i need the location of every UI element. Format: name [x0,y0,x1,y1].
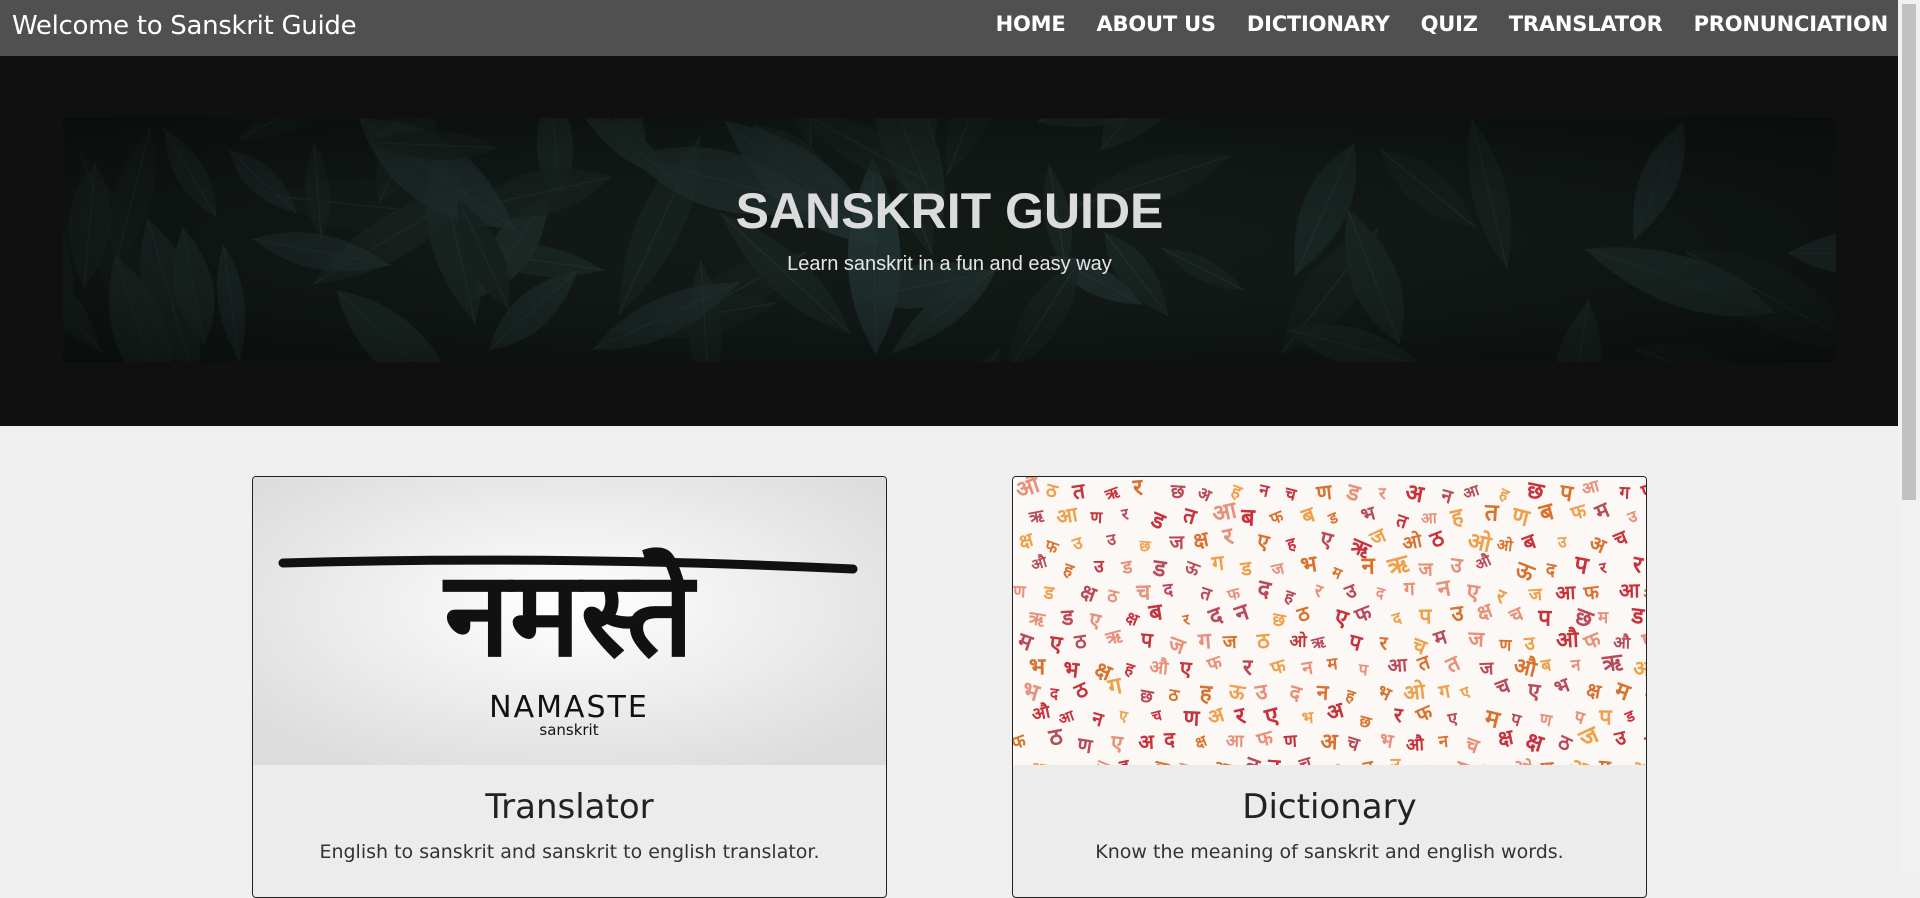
nav-links: HOME ABOUT US DICTIONARY QUIZ TRANSLATOR… [996,12,1889,36]
svg-text:उ: उ [1093,557,1105,577]
svg-text:र: र [1242,655,1254,681]
svg-text:प: प [1598,705,1613,730]
svg-text:म: म [1597,608,1609,628]
svg-text:ब: ब [1240,503,1257,532]
svg-text:प: प [1537,605,1553,631]
svg-text:औ: औ [1405,733,1425,756]
svg-text:अ: अ [1320,729,1338,755]
nav-dictionary-link[interactable]: DICTIONARY [1247,12,1390,36]
translator-card-description: English to sanskrit and sanskrit to engl… [319,841,820,863]
nav-pronunciation-link[interactable]: PRONUNCIATION [1694,12,1889,36]
svg-text:ण: ण [1498,635,1512,654]
hero-title: SANSKRIT GUIDE [735,183,1164,239]
svg-text:आ: आ [1226,731,1245,751]
svg-text:ण: ण [1013,582,1027,603]
site-brand[interactable]: Welcome to Sanskrit Guide [12,11,357,41]
svg-text:ड: ड [1061,761,1072,765]
svg-text:ज: ज [1467,627,1486,652]
svg-text:प: प [1418,604,1433,629]
svg-text:अ: अ [1138,729,1156,754]
svg-text:sanskrit: sanskrit [539,721,598,739]
dictionary-card-description: Know the meaning of sanskrit and english… [1095,841,1564,863]
page-scrollbar[interactable] [1898,0,1920,872]
svg-text:ज: ज [1417,558,1433,581]
svg-text:ज: ज [1168,531,1185,554]
svg-text:उ: उ [1390,755,1402,765]
svg-text:र: र [1378,483,1387,503]
svg-text:आ: आ [1619,578,1642,602]
namaste-image: नमस्ते NAMASTE sanskrit [253,477,886,765]
svg-text:छ: छ [1169,479,1186,503]
svg-text:ण: ण [1182,706,1201,732]
svg-text:ण: ण [1089,508,1104,527]
nav-quiz-link[interactable]: QUIZ [1421,12,1478,36]
dictionary-card-title[interactable]: Dictionary [1013,787,1646,827]
svg-text:आ: आ [1633,657,1646,682]
nav-about-link[interactable]: ABOUT US [1096,12,1216,36]
svg-text:ज: ज [1221,632,1238,654]
svg-text:ज: ज [1527,585,1543,606]
svg-text:औ: औ [1555,625,1580,653]
nav-translator-link[interactable]: TRANSLATOR [1509,12,1663,36]
svg-text:आ: आ [1387,654,1409,677]
svg-text:ओ: ओ [1289,630,1308,651]
svg-text:आ: आ [1555,581,1577,605]
scrollbar-thumb[interactable] [1902,4,1916,500]
top-navbar: Welcome to Sanskrit Guide HOME ABOUT US … [0,0,1898,56]
svg-text:न: न [1266,754,1282,765]
hero-subtitle: Learn sanskrit in a fun and easy way [787,253,1112,275]
svg-text:द: द [1163,727,1176,751]
nav-home-link[interactable]: HOME [996,12,1066,36]
svg-text:ण: ण [1282,731,1298,752]
devanagari-namaste: नमस्ते [442,545,697,683]
svg-text:न: न [1360,552,1376,580]
svg-text:औ: औ [1148,656,1170,680]
svg-text:म: म [1597,755,1613,765]
translator-card-title[interactable]: Translator [253,787,886,827]
svg-text:आ: आ [1421,509,1439,528]
svg-text:ग: ग [1618,482,1631,504]
devanagari-letters-image: औठतऋरछअहनचणडरअनआहछपआगणऋआणरडतआबफबडभतआहतणब… [1013,477,1646,765]
svg-text:NAMASTE: NAMASTE [489,690,649,725]
hero-section: SANSKRIT GUIDE Learn sanskrit in a fun a… [0,56,1898,426]
translator-card[interactable]: नमस्ते NAMASTE sanskrit Translator Engli… [252,476,887,898]
dictionary-card[interactable]: औठतऋरछअहनचणडरअनआहछपआगणऋआणरडतआबफबडभतआहतणब… [1012,476,1647,898]
hero-banner: SANSKRIT GUIDE Learn sanskrit in a fun a… [63,118,1836,362]
